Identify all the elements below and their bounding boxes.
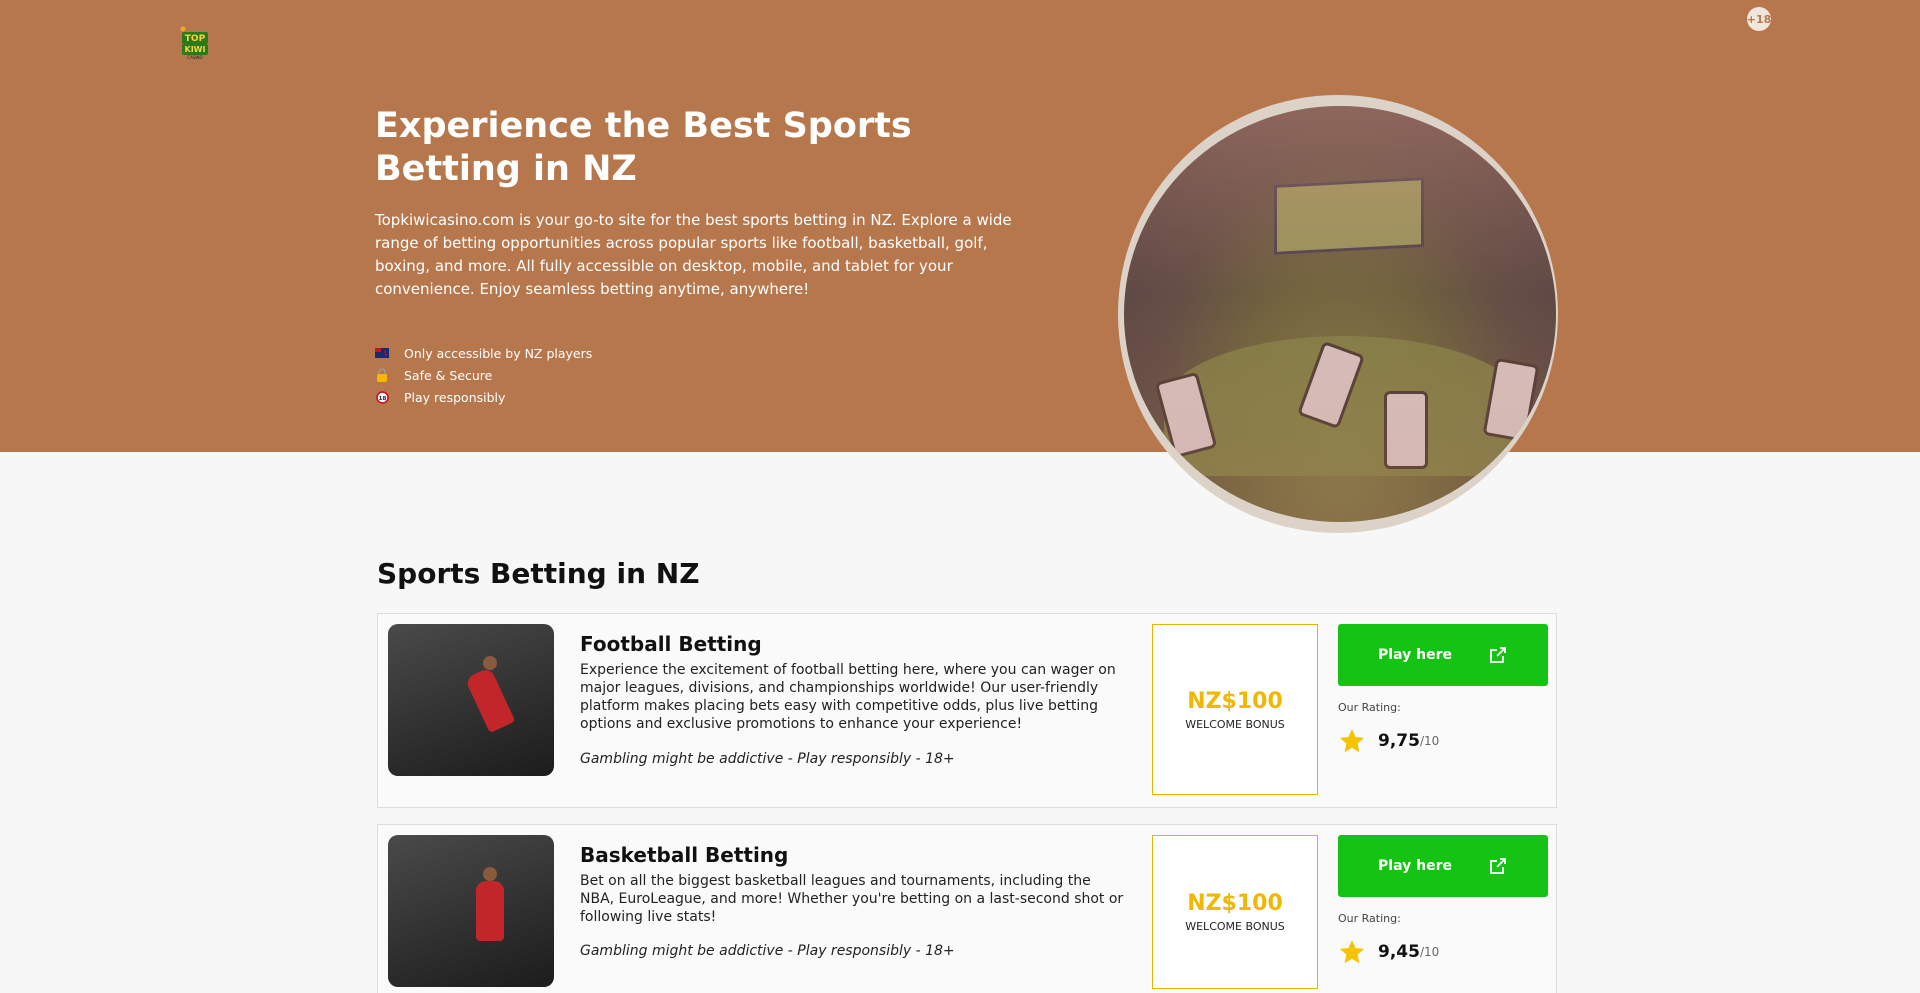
external-link-icon [1490,647,1506,663]
card-description: Experience the excitement of football be… [580,662,1116,732]
nz-flag-icon [375,346,389,360]
play-button-label: Play here [1378,647,1452,663]
play-here-button[interactable]: Play here [1338,624,1548,686]
svg-text:KIWI: KIWI [185,45,206,54]
svg-text:18: 18 [378,395,386,401]
rating: 9,45 /10 [1338,938,1439,966]
bonus-amount: NZ$100 [1187,891,1283,916]
feature-item-responsible: 18 Play responsibly [375,386,592,408]
bonus-box: NZ$100 WELCOME BONUS [1152,624,1318,795]
rating-value: 9,75 [1378,731,1420,751]
rating: 9,75 /10 [1338,727,1439,755]
play-button-label: Play here [1378,858,1452,874]
hero-section: TOP KIWI CASINO +18 Experience the Best … [0,0,1920,452]
bonus-box: NZ$100 WELCOME BONUS [1152,835,1318,989]
feature-item-nz-only: Only accessible by NZ players [375,342,592,364]
rating-value: 9,45 [1378,942,1420,962]
feature-list: Only accessible by NZ players Safe & Sec… [375,342,592,408]
rating-label: Our Rating: [1338,701,1401,714]
section-title: Sports Betting in NZ [377,557,700,590]
rating-max: /10 [1419,945,1440,959]
rating-label: Our Rating: [1338,912,1401,925]
svg-text:CASINO: CASINO [187,55,202,60]
star-icon [1339,729,1365,753]
rating-max: /10 [1419,734,1440,748]
football-player-image [388,624,554,776]
external-link-icon [1490,858,1506,874]
betting-card-football: Football Betting Experience the exciteme… [377,613,1557,808]
site-logo[interactable]: TOP KIWI CASINO [180,26,210,60]
card-description: Bet on all the biggest basketball league… [580,873,1124,925]
feature-text: Only accessible by NZ players [404,345,593,361]
age-restriction-badge: +18 [1747,7,1771,31]
feature-text: Safe & Secure [404,367,493,383]
lock-icon [375,368,389,382]
feature-item-safe: Safe & Secure [375,364,592,386]
star-icon [1339,940,1365,964]
play-here-button[interactable]: Play here [1338,835,1548,897]
eighteen-plus-icon: 18 [375,390,389,404]
card-title: Football Betting [580,632,762,656]
card-title: Basketball Betting [580,843,789,867]
hero-description: Topkiwicasino.com is your go-to site for… [375,211,1012,298]
page-title: Experience the Best Sports Betting in NZ [375,106,912,189]
responsible-gambling-note: Gambling might be addictive - Play respo… [580,751,955,767]
bonus-label: WELCOME BONUS [1185,717,1285,731]
stadium-image [1124,106,1556,522]
bonus-label: WELCOME BONUS [1185,920,1285,933]
responsible-gambling-note: Gambling might be addictive - Play respo… [580,943,955,959]
basketball-player-image [388,835,554,987]
bonus-amount: NZ$100 [1187,688,1283,714]
betting-card-basketball: Basketball Betting Bet on all the bigges… [377,824,1557,993]
feature-text: Play responsibly [404,389,506,405]
svg-text:TOP: TOP [185,34,206,44]
